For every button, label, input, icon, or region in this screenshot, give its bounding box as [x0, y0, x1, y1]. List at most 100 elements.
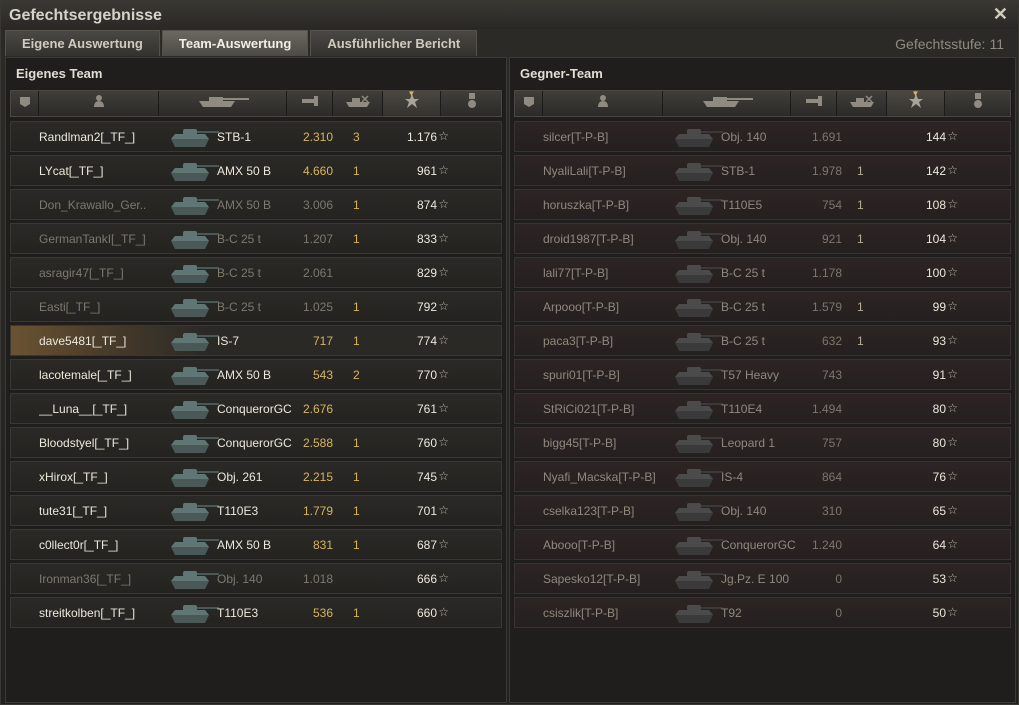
xp-value: 1.176 [406, 130, 437, 144]
player-name: Easti[_TF_] [39, 300, 101, 314]
header-star-icon[interactable]: ▼ [383, 89, 441, 116]
own-team-row[interactable]: lacotemale[_TF_] AMX 50 B 543 2 770 ☆ [10, 359, 502, 390]
own-team-row[interactable]: streitkolben[_TF_] T110E3 536 1 660 ☆ [10, 597, 502, 628]
tank-image [669, 532, 725, 558]
kills-value: 1 [353, 504, 360, 518]
own-team-row[interactable]: GermanTankI[_TF_] B-C 25 t 1.207 1 833 ☆ [10, 223, 502, 254]
star-icon: ☆ [438, 605, 449, 619]
tank-name: ConquerorGC [721, 538, 796, 552]
star-icon: ☆ [438, 469, 449, 483]
enemy-team-row[interactable]: spuri01[T-P-B] T57 Heavy 743 91 ☆ [514, 359, 1011, 390]
tank-name: IS-4 [721, 470, 744, 484]
own-team-row[interactable]: xHirox[_TF_] Obj. 261 2.215 1 745 ☆ [10, 461, 502, 492]
player-name: silcer[T-P-B] [543, 130, 609, 144]
own-team-row[interactable]: Don_Krawallo_Ger.. AMX 50 B 3.006 1 874 ☆ [10, 189, 502, 220]
tank-image [165, 430, 221, 456]
enemy-team-row[interactable]: lali77[T-P-B] B-C 25 t 1.178 100 ☆ [514, 257, 1011, 288]
tab-bar: Eigene Auswertung Team-Auswertung Ausfüh… [5, 30, 479, 56]
xp-value: 65 [932, 504, 946, 518]
tank-image [669, 226, 725, 252]
header-kills-icon[interactable] [837, 91, 887, 116]
tab-ausfuehrlicher-bericht[interactable]: Ausführlicher Bericht [310, 30, 478, 56]
title-bar: Gefechtsergebnisse ✕ [1, 1, 1018, 29]
xp-value: 93 [932, 334, 946, 348]
tank-image [669, 124, 725, 150]
header-damage-icon[interactable] [287, 91, 333, 116]
enemy-team-row[interactable]: NyaliLali[T-P-B] STB-1 1.978 1 142 ☆ [514, 155, 1011, 186]
enemy-team-row[interactable]: Sapesko12[T-P-B] Jg.Pz. E 100 0 53 ☆ [514, 563, 1011, 594]
xp-value: 104 [925, 232, 946, 246]
enemy-team-row[interactable]: StRiCi021[T-P-B] T110E4 1.494 80 ☆ [514, 393, 1011, 424]
tank-image [669, 328, 725, 354]
damage-value: 2.676 [302, 402, 333, 416]
damage-value: 754 [821, 198, 842, 212]
tank-name: STB-1 [721, 164, 756, 178]
tank-name: IS-7 [217, 334, 240, 348]
header-tank-icon[interactable] [663, 91, 791, 116]
header-medal-icon[interactable] [945, 91, 1012, 116]
header-medal-icon[interactable] [441, 91, 503, 116]
xp-value: 80 [932, 402, 946, 416]
close-icon[interactable]: ✕ [993, 4, 1008, 25]
player-name: Arpooo[T-P-B] [543, 300, 620, 314]
star-icon: ☆ [947, 571, 958, 585]
damage-value: 536 [312, 606, 333, 620]
enemy-team-row[interactable]: Abooo[T-P-B] ConquerorGC 1.240 64 ☆ [514, 529, 1011, 560]
own-team-row[interactable]: __Luna__[_TF_] ConquerorGC 2.676 761 ☆ [10, 393, 502, 424]
own-team-row[interactable]: Ironman36[_TF_] Obj. 140 1.018 666 ☆ [10, 563, 502, 594]
enemy-team-row[interactable]: csiszlik[T-P-B] T92 0 50 ☆ [514, 597, 1011, 628]
star-icon: ☆ [947, 197, 958, 211]
own-team-row[interactable]: asragir47[_TF_] B-C 25 t 2.061 829 ☆ [10, 257, 502, 288]
damage-value: 2.310 [302, 130, 333, 144]
damage-icon [301, 94, 319, 113]
player-name: lali77[T-P-B] [543, 266, 609, 280]
vehicle-status-icon [523, 95, 535, 113]
damage-value: 1.025 [302, 300, 333, 314]
header-damage-icon[interactable] [791, 91, 837, 116]
tab-team-auswertung[interactable]: Team-Auswertung [161, 30, 309, 56]
star-icon: ☆ [438, 435, 449, 449]
tank-image [165, 294, 221, 320]
enemy-team-row[interactable]: bigg45[T-P-B] Leopard 1 757 80 ☆ [514, 427, 1011, 458]
own-team-row[interactable]: tute31[_TF_] T110E3 1.779 1 701 ☆ [10, 495, 502, 526]
header-kills-icon[interactable] [333, 91, 383, 116]
enemy-team-row[interactable]: horuszka[T-P-B] T110E5 754 1 108 ☆ [514, 189, 1011, 220]
own-team-row[interactable]: Bloodstyel[_TF_] ConquerorGC 2.588 1 760 ☆ [10, 427, 502, 458]
tank-image [669, 498, 725, 524]
xp-value: 50 [932, 606, 946, 620]
enemy-team-row[interactable]: Nyafi_Macska[T-P-B] IS-4 864 76 ☆ [514, 461, 1011, 492]
enemy-team-row[interactable]: cselka123[T-P-B] Obj. 140 310 65 ☆ [514, 495, 1011, 526]
damage-value: 1.579 [811, 300, 842, 314]
header-player-icon[interactable] [39, 91, 159, 116]
enemy-team-row[interactable]: silcer[T-P-B] Obj. 140 1.691 144 ☆ [514, 121, 1011, 152]
tank-image [669, 566, 725, 592]
header-vehicle-status-icon[interactable] [11, 91, 39, 116]
own-team-row[interactable]: Easti[_TF_] B-C 25 t 1.025 1 792 ☆ [10, 291, 502, 322]
damage-value: 757 [821, 436, 842, 450]
own-team-row[interactable]: dave5481[_TF_] IS-7 717 1 774 ☆ [10, 325, 502, 356]
damage-value: 310 [821, 504, 842, 518]
star-icon: ☆ [947, 367, 958, 381]
tank-icon [699, 94, 755, 113]
xp-value: 80 [932, 436, 946, 450]
tab-eigene-auswertung[interactable]: Eigene Auswertung [5, 30, 160, 56]
header-player-icon[interactable] [543, 91, 663, 116]
enemy-team-row[interactable]: Arpooo[T-P-B] B-C 25 t 1.579 1 99 ☆ [514, 291, 1011, 322]
tank-image [165, 158, 221, 184]
player-icon [597, 94, 609, 113]
xp-value: 666 [416, 572, 437, 586]
enemy-team-row[interactable]: droid1987[T-P-B] Obj. 140 921 1 104 ☆ [514, 223, 1011, 254]
kills-value: 1 [353, 538, 360, 552]
xp-value: 64 [932, 538, 946, 552]
damage-value: 4.660 [302, 164, 333, 178]
own-team-row[interactable]: Randlman2[_TF_] STB-1 2.310 3 1.176 ☆ [10, 121, 502, 152]
star-icon: ☆ [947, 333, 958, 347]
header-tank-icon[interactable] [159, 91, 287, 116]
header-vehicle-status-icon[interactable] [515, 91, 543, 116]
enemy-team-header: ▼ [514, 89, 1012, 117]
star-icon: ☆ [947, 299, 958, 313]
enemy-team-row[interactable]: paca3[T-P-B] B-C 25 t 632 1 93 ☆ [514, 325, 1011, 356]
header-star-icon[interactable]: ▼ [887, 89, 945, 116]
own-team-row[interactable]: c0llect0r[_TF_] AMX 50 B 831 1 687 ☆ [10, 529, 502, 560]
own-team-row[interactable]: LYcat[_TF_] AMX 50 B 4.660 1 961 ☆ [10, 155, 502, 186]
